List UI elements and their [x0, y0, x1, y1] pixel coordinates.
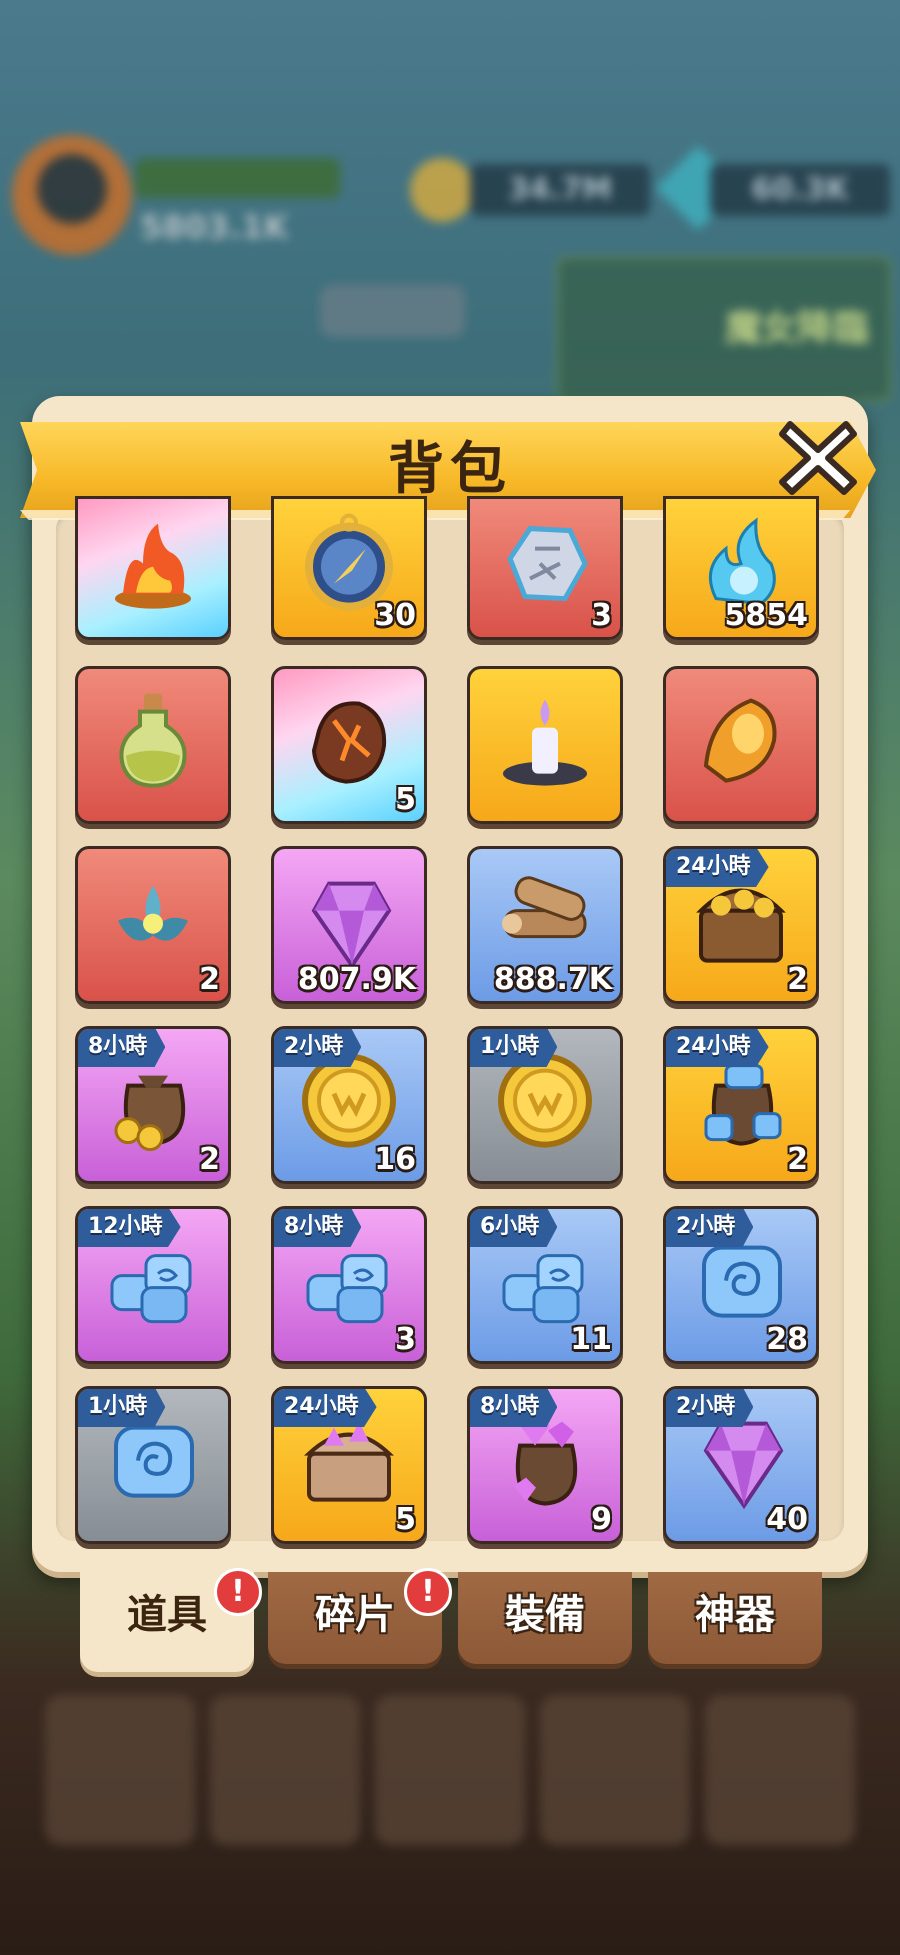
player-power: 5803.1K: [140, 208, 289, 246]
item-timer-label: 8小時: [78, 1029, 166, 1067]
tab-fragments-label: 碎片: [315, 1592, 395, 1638]
tab-equipment-label: 裝備: [505, 1592, 585, 1638]
inventory-slot[interactable]: [467, 666, 623, 824]
tab-items-alert-badge: !: [214, 1568, 262, 1616]
player-level-bar: [135, 158, 340, 198]
item-count: 2: [199, 962, 220, 997]
item-count: 2: [199, 1142, 220, 1177]
tab-items-label: 道具: [127, 1592, 207, 1638]
rune-stone-icon: [507, 526, 588, 602]
inventory-slot[interactable]: 6小時 11: [467, 1206, 623, 1364]
close-button[interactable]: [772, 410, 864, 502]
close-icon: [779, 421, 857, 495]
item-count: 5: [395, 782, 416, 817]
inventory-slot[interactable]: 8小時 3: [271, 1206, 427, 1364]
item-timer-label: 1小時: [78, 1389, 166, 1427]
item-count: 28: [766, 1322, 808, 1357]
candle-icon: [503, 699, 587, 786]
inventory-slot[interactable]: 5854: [663, 496, 819, 640]
item-timer-label: 1小時: [470, 1029, 558, 1067]
inventory-slot[interactable]: [663, 666, 819, 824]
coin-counter: 34.7M: [470, 164, 650, 216]
item-count: 3: [395, 1322, 416, 1357]
item-count: 40: [766, 1502, 808, 1537]
item-count: 888.7K: [493, 962, 612, 997]
item-count: 11: [570, 1322, 612, 1357]
purple-gem-icon: [311, 881, 392, 970]
event-banner: 魔女降臨: [556, 256, 892, 402]
bottom-nav-trophy: [705, 1695, 855, 1845]
potion-flask-icon: [119, 693, 187, 788]
item-timer-label: 24小時: [274, 1389, 377, 1427]
tab-artifacts[interactable]: 神器: [648, 1572, 822, 1664]
inventory-slot[interactable]: 1小時: [467, 1026, 623, 1184]
gem-counter: 60.3K: [710, 164, 890, 216]
inventory-slot[interactable]: 888.7K: [467, 846, 623, 1004]
inventory-slot[interactable]: [75, 666, 231, 824]
item-count: 3: [591, 598, 612, 633]
item-timer-label: 8小時: [470, 1389, 558, 1427]
item-count: 2: [787, 1142, 808, 1177]
tab-equipment[interactable]: 裝備: [458, 1572, 632, 1664]
inventory-slot[interactable]: 807.9K: [271, 846, 427, 1004]
inventory-slot[interactable]: 24小時 2: [663, 1026, 819, 1184]
inventory-slot[interactable]: 5: [271, 666, 427, 824]
item-count: 16: [374, 1142, 416, 1177]
lotus-icon: [118, 885, 188, 941]
item-timer-label: 24小時: [666, 849, 769, 887]
inventory-slot[interactable]: 1小時: [75, 1386, 231, 1544]
flame-brazier-icon: [115, 523, 191, 609]
lava-rock-icon: [311, 701, 387, 784]
inventory-slot[interactable]: 3: [467, 496, 623, 640]
item-count: 9: [591, 1502, 612, 1537]
bottom-nav-battle: [375, 1695, 525, 1845]
tab-fragments-alert-badge: !: [404, 1568, 452, 1616]
inventory-slot[interactable]: 30: [271, 496, 427, 640]
item-timer-label: 24小時: [666, 1029, 769, 1067]
background-pill: [320, 285, 465, 337]
inventory-slot[interactable]: [75, 496, 231, 640]
item-timer-label: 6小時: [470, 1209, 558, 1247]
bottom-nav-guild: [45, 1695, 195, 1845]
wood-logs-icon: [502, 876, 587, 939]
coin-icon: [410, 158, 474, 222]
item-timer-label: 12小時: [78, 1209, 181, 1247]
inventory-slot[interactable]: 8小時 2: [75, 1026, 231, 1184]
inventory-slot[interactable]: 24小時 2: [663, 846, 819, 1004]
tab-artifacts-label: 神器: [695, 1592, 775, 1638]
item-count: 807.9K: [297, 962, 416, 997]
item-count: 2: [787, 962, 808, 997]
item-timer-label: 2小時: [666, 1209, 754, 1247]
player-avatar: [12, 135, 132, 255]
amber-horn-icon: [703, 698, 777, 783]
item-timer-label: 8小時: [274, 1209, 362, 1247]
inventory-slot[interactable]: 8小時 9: [467, 1386, 623, 1544]
item-count: 30: [374, 598, 416, 633]
item-timer-label: 2小時: [274, 1029, 362, 1067]
inventory-slot[interactable]: 2小時 16: [271, 1026, 427, 1184]
inventory-slot[interactable]: 24小時 5: [271, 1386, 427, 1544]
bottom-nav-target: [540, 1695, 690, 1845]
item-timer-label: 2小時: [666, 1389, 754, 1427]
event-banner-label: 魔女降臨: [724, 308, 869, 349]
item-count: 5: [395, 1502, 416, 1537]
bottom-nav-hero: [210, 1695, 360, 1845]
inventory-slot[interactable]: 2: [75, 846, 231, 1004]
item-count: 5854: [724, 598, 809, 633]
inventory-slot[interactable]: 12小時: [75, 1206, 231, 1364]
inventory-slot[interactable]: 2小時 40: [663, 1386, 819, 1544]
inventory-slot[interactable]: 2小時 28: [663, 1206, 819, 1364]
